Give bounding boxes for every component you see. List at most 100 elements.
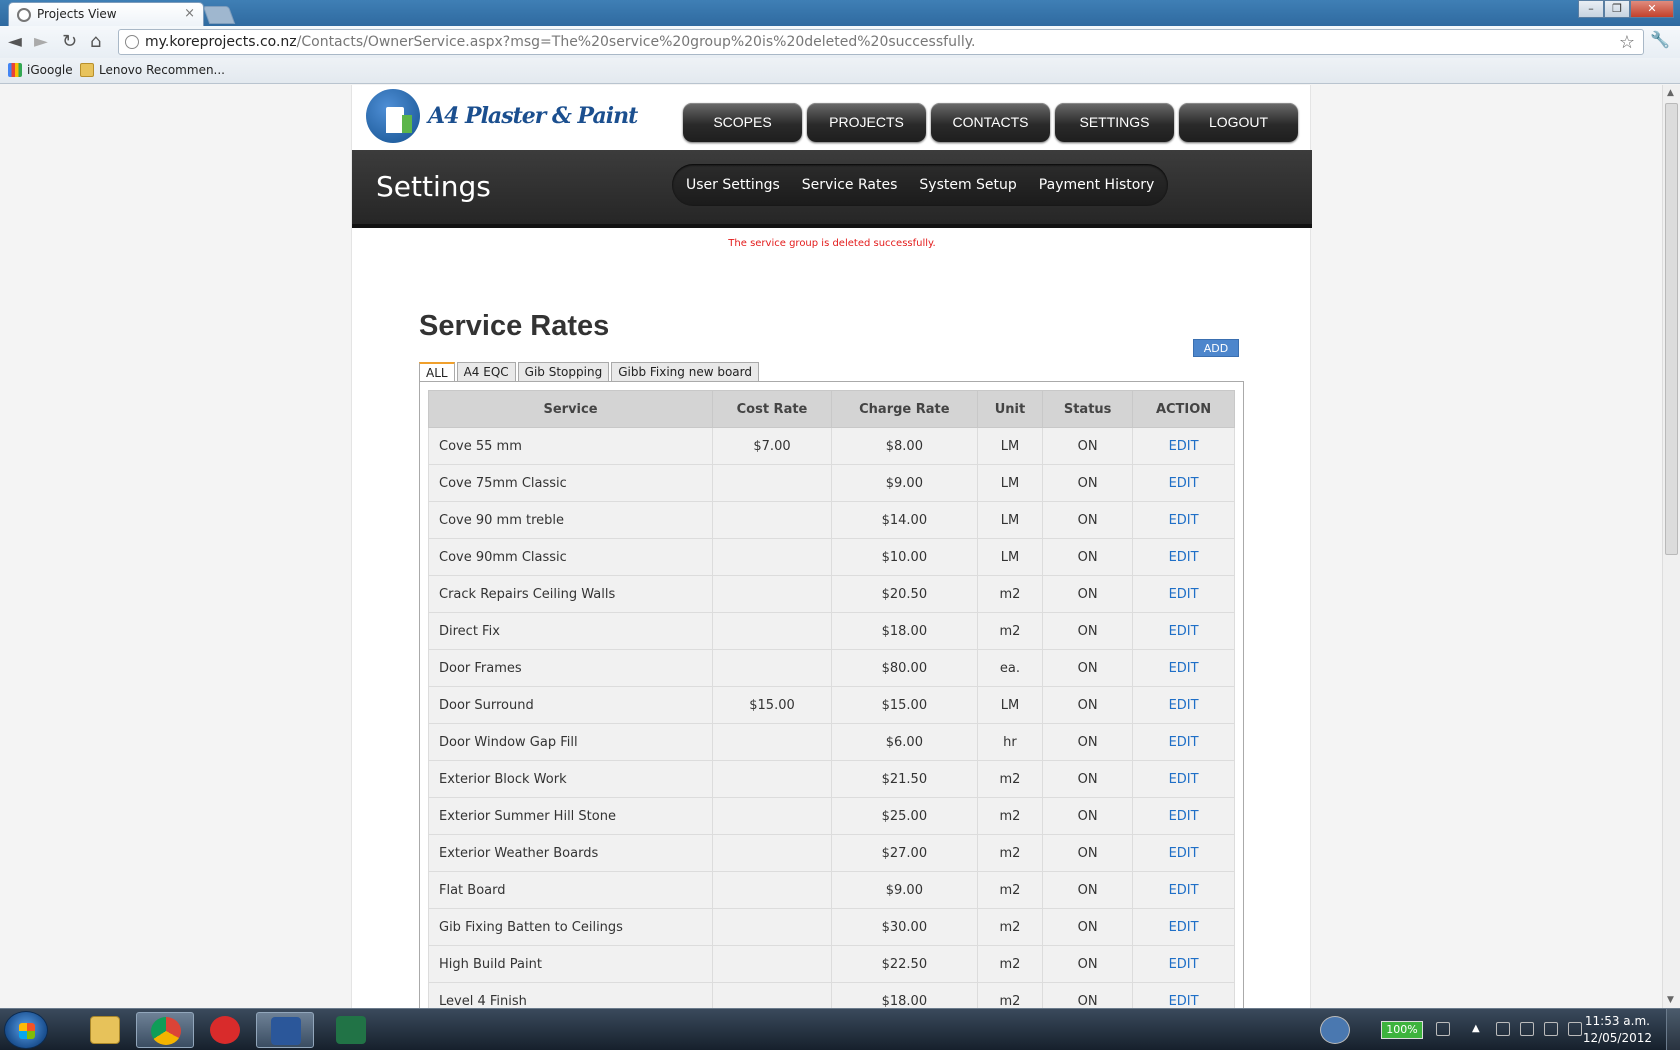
unit-cell: LM [976,538,1044,576]
nav-contacts-button[interactable]: CONTACTS [931,103,1050,142]
edit-link[interactable]: EDIT [1132,982,1235,1008]
taskbar-explorer[interactable] [76,1012,134,1048]
charge-rate-cell: $27.00 [830,834,978,872]
column-header-service[interactable]: Service [427,390,714,428]
charge-rate-cell: $6.00 [830,723,978,761]
page-info-icon[interactable] [125,35,139,49]
network-tray-icon[interactable] [1320,1016,1350,1044]
bookmark-star-icon[interactable]: ☆ [1619,32,1635,53]
battery-indicator[interactable]: 100% [1381,1021,1423,1039]
show-hidden-icons[interactable]: ▲ [1472,1023,1486,1037]
nav-scopes-button[interactable]: SCOPES [683,103,802,142]
charge-rate-cell: $8.00 [830,427,978,465]
scroll-down-icon[interactable]: ▼ [1667,995,1674,1005]
nav-projects-button[interactable]: PROJECTS [807,103,926,142]
site-logo[interactable]: A4 Plaster & Paint [364,85,638,145]
nav-settings-button[interactable]: SETTINGS [1055,103,1174,142]
volume-icon[interactable] [1568,1022,1582,1036]
forward-icon[interactable]: ► [34,31,48,52]
column-header-unit[interactable]: Unit [976,390,1044,428]
status-cell: ON [1042,612,1134,650]
bookmark-igoogle[interactable]: iGoogle [8,63,73,77]
unit-cell: LM [976,427,1044,465]
wrench-menu-icon[interactable]: 🔧 [1650,30,1670,49]
bookmark-lenovo[interactable]: Lenovo Recommen... [80,63,225,77]
edit-link[interactable]: EDIT [1132,464,1235,502]
edit-link[interactable]: EDIT [1132,834,1235,872]
minimize-button[interactable]: – [1578,0,1604,18]
cost-rate-cell: $15.00 [712,686,832,724]
rates-table: Service Cost Rate Charge Rate Unit Statu… [427,390,1235,1008]
tab-a4-eqc[interactable]: A4 EQC [456,362,516,382]
edit-link[interactable]: EDIT [1132,797,1235,835]
power-icon[interactable] [1436,1022,1450,1036]
charge-rate-cell: $25.00 [830,797,978,835]
add-button[interactable]: ADD [1193,339,1239,357]
tab-gibb-fixing-new-board[interactable]: Gibb Fixing new board [611,362,759,382]
rates-table-panel: Service Cost Rate Charge Rate Unit Statu… [419,381,1244,1008]
unit-cell: m2 [976,834,1044,872]
maximize-button[interactable]: ❐ [1604,0,1630,18]
address-bar[interactable]: my.koreprojects.co.nz/Contacts/OwnerServ… [118,29,1644,55]
cost-rate-cell [712,834,832,872]
service-cell: Exterior Weather Boards [427,834,714,872]
close-window-button[interactable]: ✕ [1630,0,1674,18]
taskbar-word[interactable] [256,1012,314,1048]
flag-icon[interactable] [1496,1022,1510,1036]
charge-rate-cell: $15.00 [830,686,978,724]
subnav-system-setup[interactable]: System Setup [919,177,1016,193]
rates-table-body: Cove 55 mm $7.00 $8.00 LM ON EDIT Cove 75mm Cl… [427,427,1235,1008]
edit-link[interactable]: EDIT [1132,649,1235,687]
reload-icon[interactable]: ↻ [62,31,77,52]
browser-tab[interactable]: Projects View × [8,2,204,26]
table-row: High Build Paint $22.50 m2 ON EDIT [427,945,1235,983]
url-path: /Contacts/OwnerService.aspx?msg=The%20se… [296,34,976,50]
charge-rate-cell: $9.00 [830,871,978,909]
bookmark-label: Lenovo Recommen... [99,63,225,77]
taskbar-app[interactable] [196,1012,254,1048]
start-button[interactable] [4,1011,48,1049]
subnav-user-settings[interactable]: User Settings [686,177,780,193]
column-header-status[interactable]: Status [1042,390,1134,428]
back-icon[interactable]: ◄ [8,31,22,52]
table-row: Exterior Block Work $21.50 m2 ON EDIT [427,760,1235,798]
edit-link[interactable]: EDIT [1132,871,1235,909]
column-header-charge-rate[interactable]: Charge Rate [830,390,978,428]
tab-all[interactable]: ALL [419,362,455,382]
status-cell: ON [1042,797,1134,835]
edit-link[interactable]: EDIT [1132,575,1235,613]
device-icon[interactable] [1520,1022,1534,1036]
service-cell: High Build Paint [427,945,714,983]
home-icon[interactable]: ⌂ [90,31,101,52]
edit-link[interactable]: EDIT [1132,686,1235,724]
url-text[interactable]: my.koreprojects.co.nz/Contacts/OwnerServ… [145,34,975,50]
subnav-service-rates[interactable]: Service Rates [802,177,898,193]
column-header-cost-rate[interactable]: Cost Rate [712,390,832,428]
taskbar-excel[interactable] [322,1012,380,1048]
table-row: Exterior Summer Hill Stone $25.00 m2 ON EDIT [427,797,1235,835]
edit-link[interactable]: EDIT [1132,538,1235,576]
scroll-thumb[interactable] [1665,103,1678,555]
table-row: Cove 90 mm treble $14.00 LM ON EDIT [427,501,1235,539]
taskbar-clock[interactable]: 11:53 a.m. 12/05/2012 [1583,1013,1652,1047]
edit-link[interactable]: EDIT [1132,612,1235,650]
edit-link[interactable]: EDIT [1132,501,1235,539]
show-desktop-button[interactable] [1666,1009,1680,1050]
edit-link[interactable]: EDIT [1132,908,1235,946]
cost-rate-cell [712,501,832,539]
nav-logout-button[interactable]: LOGOUT [1179,103,1298,142]
edit-link[interactable]: EDIT [1132,945,1235,983]
new-tab-button[interactable] [202,6,236,24]
service-cell: Door Window Gap Fill [427,723,714,761]
page-scrollbar[interactable]: ▲ ▼ [1662,85,1680,1008]
edit-link[interactable]: EDIT [1132,760,1235,798]
tab-close-icon[interactable]: × [184,6,195,21]
subnav-payment-history[interactable]: Payment History [1039,177,1155,193]
network-icon[interactable] [1544,1022,1558,1036]
taskbar-chrome[interactable] [136,1012,194,1048]
scroll-up-icon[interactable]: ▲ [1667,88,1674,98]
cost-rate-cell [712,612,832,650]
edit-link[interactable]: EDIT [1132,723,1235,761]
tab-gib-stopping[interactable]: Gib Stopping [517,362,610,382]
edit-link[interactable]: EDIT [1132,427,1235,465]
